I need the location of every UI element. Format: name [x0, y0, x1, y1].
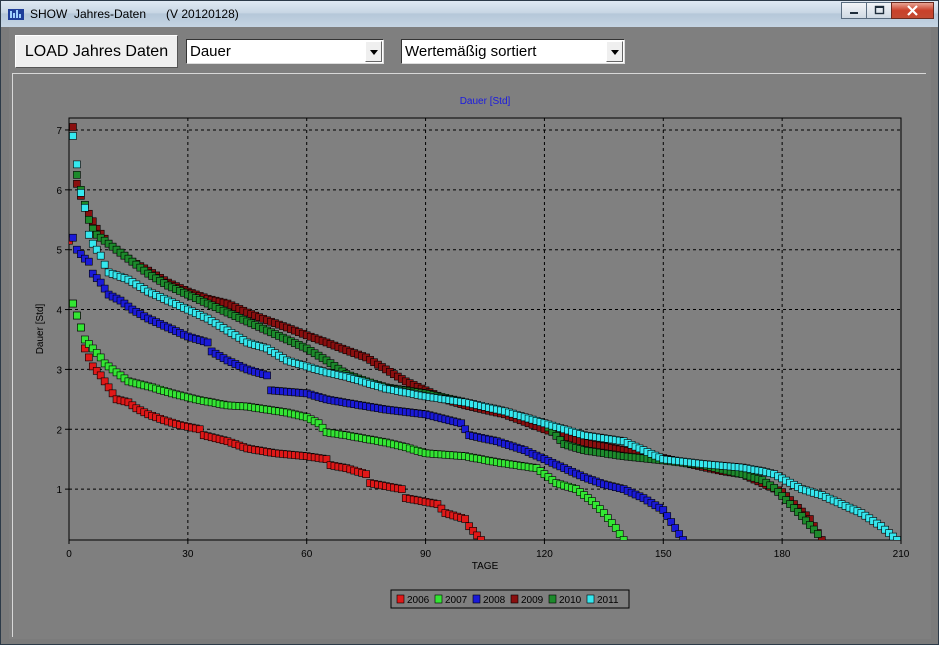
app-icon	[8, 9, 24, 20]
y-tick-label: 5	[56, 246, 62, 257]
minimize-button[interactable]	[841, 2, 867, 19]
data-point-2008	[69, 233, 77, 242]
legend-swatch-2006	[396, 594, 405, 604]
data-point-2011	[893, 536, 901, 540]
data-point-2007	[77, 323, 85, 332]
data-point-2006	[477, 536, 485, 540]
y-tick-label: 3	[56, 365, 62, 376]
data-point-2011	[81, 203, 89, 212]
legend-swatch-2009	[510, 594, 519, 604]
y-tick-label: 2	[56, 425, 62, 436]
legend-label-2009: 2009	[521, 595, 544, 606]
data-point-2008	[203, 338, 212, 347]
legend-label-2006: 2006	[407, 595, 430, 606]
y-tick-label: 6	[56, 186, 62, 197]
data-point-2011	[69, 132, 77, 140]
maximize-icon	[874, 5, 885, 15]
legend-label-2007: 2007	[445, 595, 468, 606]
window-title: SHOW Jahres-Daten (V 20120128)	[30, 7, 239, 21]
data-point-2009	[69, 123, 77, 131]
legend-swatch-2011	[586, 594, 595, 604]
data-point-2006	[85, 353, 93, 362]
y-tick-label: 4	[56, 306, 62, 317]
x-tick-label: 120	[536, 549, 553, 560]
legend-swatch-2008	[472, 594, 481, 604]
data-point-2007	[619, 536, 628, 540]
chevron-down-icon[interactable]	[365, 41, 382, 62]
y-tick-label: 1	[56, 485, 62, 496]
data-point-2006	[362, 470, 370, 478]
maximize-button[interactable]	[866, 2, 892, 19]
legend-label-2010: 2010	[559, 595, 582, 606]
data-point-2011	[77, 189, 85, 197]
x-tick-label: 210	[893, 549, 910, 560]
legend-label-2011: 2011	[597, 595, 619, 606]
y-tick-label: 7	[56, 126, 62, 137]
x-tick-label: 150	[655, 549, 672, 560]
data-point-2010	[85, 215, 93, 224]
data-point-2011	[73, 160, 81, 169]
data-point-2008	[679, 536, 687, 540]
title-bar[interactable]: SHOW Jahres-Daten (V 20120128)	[1, 1, 938, 27]
close-button[interactable]	[891, 2, 934, 19]
measure-select-value: Dauer	[190, 43, 231, 60]
x-tick-label: 60	[301, 549, 313, 560]
sort-select-value: Wertemäßig sortiert	[405, 43, 537, 60]
chart-panel: 0 30 60 90 120 150 180 210 1 2 3 4 5 6 7 Dauer [Std] TAG…	[12, 73, 926, 637]
data-point-2006	[397, 485, 406, 493]
legend-swatch-2007	[434, 594, 443, 604]
x-tick-label: 0	[66, 549, 72, 560]
client-area: LOAD Jahres Daten Dauer Wertemäßig sorti…	[9, 27, 931, 639]
legend-label-2008: 2008	[483, 595, 506, 606]
app-window: SHOW Jahres-Daten (V 20120128) LOAD Jahr…	[0, 0, 939, 645]
sort-select[interactable]: Wertemäßig sortiert	[401, 39, 625, 64]
data-point-2010	[813, 530, 822, 538]
duration-chart: 0 30 60 90 120 150 180 210 1 2 3 4 5 6 7 Dauer [Std] TAG…	[35, 96, 910, 609]
data-point-2007	[69, 299, 77, 308]
data-point-2011	[100, 260, 109, 269]
chart-title: Dauer [Std]	[460, 96, 511, 107]
y-axis-label: Dauer [Std]	[35, 303, 46, 354]
data-point-2006	[461, 515, 469, 523]
data-point-2008	[263, 371, 271, 380]
legend-swatch-2010	[548, 594, 557, 604]
close-icon	[907, 5, 918, 16]
minimize-icon	[850, 12, 858, 14]
x-tick-label: 30	[182, 549, 194, 560]
chevron-down-icon[interactable]	[606, 41, 623, 62]
data-point-2011	[96, 251, 105, 260]
x-tick-label: 90	[420, 549, 432, 560]
data-point-2011	[85, 230, 93, 239]
data-point-2008	[85, 257, 93, 266]
data-point-2007	[73, 311, 81, 320]
load-year-data-button[interactable]: LOAD Jahres Daten	[15, 35, 178, 68]
x-axis-label: TAGE	[472, 561, 499, 572]
x-tick-label: 180	[774, 549, 791, 560]
data-point-2010	[73, 171, 81, 179]
measure-select[interactable]: Dauer	[186, 39, 384, 64]
